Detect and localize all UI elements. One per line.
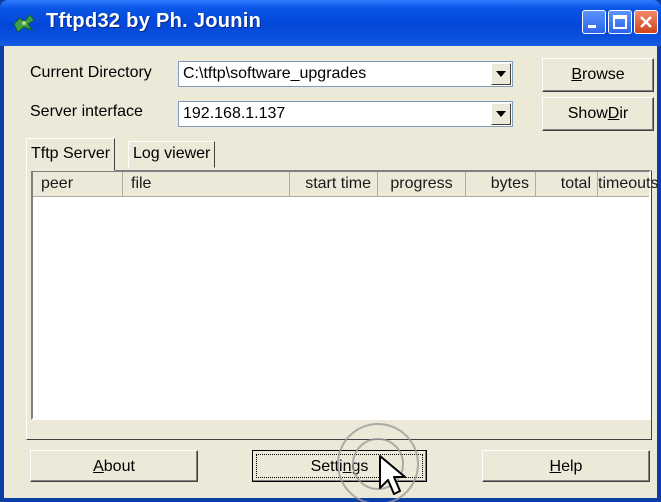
current-directory-label: Current Directory	[30, 64, 152, 81]
column-header-start-time[interactable]: start time	[290, 172, 378, 197]
about-button[interactable]: About	[30, 450, 198, 482]
list-header: peer file start time progress bytes tota…	[33, 172, 658, 198]
show-dir-button[interactable]: Show Dir	[542, 97, 654, 131]
close-button[interactable]	[634, 10, 658, 34]
column-header-total[interactable]: total	[536, 172, 598, 197]
server-interface-value: 192.168.1.137	[183, 105, 286, 122]
column-header-peer[interactable]: peer	[33, 172, 123, 197]
click-ripple	[337, 423, 419, 502]
help-button[interactable]: Help	[482, 450, 650, 482]
tab-tftp-server[interactable]: Tftp Server	[26, 138, 116, 171]
chevron-down-icon	[496, 71, 506, 77]
close-icon	[640, 16, 652, 28]
maximize-button[interactable]	[608, 10, 632, 34]
app-window: Tftpd32 by Ph. Jounin Current Directory …	[0, 0, 661, 502]
transfers-list[interactable]: peer file start time progress bytes tota…	[31, 170, 658, 420]
column-header-bytes[interactable]: bytes	[466, 172, 536, 197]
title-bar[interactable]: Tftpd32 by Ph. Jounin	[0, 0, 661, 46]
window-title: Tftpd32 by Ph. Jounin	[46, 10, 262, 32]
tab-log-viewer[interactable]: Log viewer	[128, 141, 216, 168]
browse-button[interactable]: Browse	[542, 58, 654, 92]
minimize-icon	[588, 25, 596, 28]
current-directory-dropdown-button[interactable]	[491, 63, 511, 85]
minimize-button[interactable]	[582, 10, 606, 34]
server-interface-dropdown-button[interactable]	[491, 103, 511, 125]
column-header-file[interactable]: file	[123, 172, 290, 197]
column-header-timeouts[interactable]: timeouts	[598, 172, 658, 197]
maximize-icon	[613, 15, 627, 29]
server-interface-combo[interactable]: 192.168.1.137	[178, 101, 513, 127]
chevron-down-icon	[496, 111, 506, 117]
current-directory-value: C:\tftp\software_upgrades	[183, 65, 367, 82]
current-directory-combo[interactable]: C:\tftp\software_upgrades	[178, 61, 513, 87]
column-header-progress[interactable]: progress	[378, 172, 466, 197]
tftpd-app-icon	[13, 14, 35, 33]
server-interface-label: Server interface	[30, 103, 143, 120]
